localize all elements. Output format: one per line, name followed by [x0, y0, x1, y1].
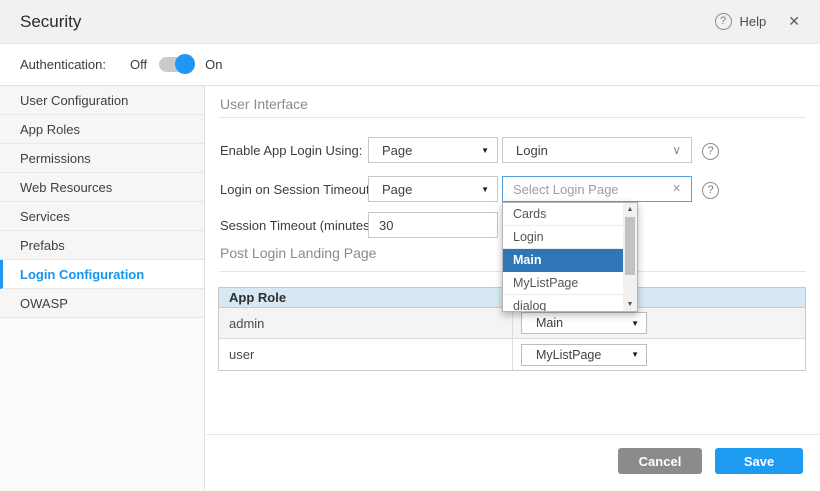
settings-sidebar: User Configuration App Roles Permissions… — [0, 86, 205, 491]
admin-landing-page-select[interactable]: Main ▼ — [521, 312, 647, 334]
dropdown-option-mylistpage[interactable]: MyListPage — [503, 272, 624, 295]
selected-value: Page — [382, 143, 412, 158]
post-login-section-title: Post Login Landing Page — [220, 245, 376, 261]
sidebar-item-prefabs[interactable]: Prefabs — [0, 231, 204, 260]
login-on-session-timeout-row: Login on Session Timeout: Page ▼ ✕ ? — [206, 176, 820, 202]
login-page-dropdown-list: Cards Login Main MyListPage dialog ▲ ▼ — [502, 202, 638, 312]
table-row: user MyListPage ▼ — [219, 339, 805, 370]
role-cell: admin — [219, 308, 513, 338]
dropdown-option-dialog[interactable]: dialog — [503, 295, 624, 312]
session-timeout-type-select[interactable]: Page ▼ — [368, 176, 498, 202]
dropdown-scrollbar[interactable]: ▲ ▼ — [623, 203, 637, 311]
toggle-knob — [175, 54, 195, 74]
dialog-header: Security ? Help ✕ — [0, 0, 820, 44]
landing-page-cell: Main ▼ — [513, 308, 805, 338]
enable-app-login-page-combobox[interactable]: Login ∨ — [502, 137, 692, 163]
toggle-on-label: On — [205, 57, 222, 72]
scrollbar-thumb[interactable] — [625, 217, 635, 275]
help-icon[interactable]: ? — [715, 13, 732, 30]
save-button[interactable]: Save — [715, 448, 803, 474]
footer-actions: Cancel Save — [618, 448, 803, 474]
scroll-down-icon[interactable]: ▼ — [623, 298, 637, 311]
authentication-label: Authentication: — [20, 57, 106, 72]
user-landing-page-select[interactable]: MyListPage ▼ — [521, 344, 647, 366]
chevron-down-icon: ∨ — [672, 143, 681, 157]
selected-value: Main — [536, 316, 563, 330]
dropdown-option-login[interactable]: Login — [503, 226, 624, 249]
sidebar-item-services[interactable]: Services — [0, 202, 204, 231]
role-cell: user — [219, 339, 513, 370]
field-help: ? — [702, 180, 719, 199]
dropdown-option-main[interactable]: Main — [503, 249, 624, 272]
dropdown-option-cards[interactable]: Cards — [503, 203, 624, 226]
user-interface-section-title: User Interface — [220, 96, 308, 112]
enable-app-login-label: Enable App Login Using: — [220, 137, 362, 163]
sidebar-item-login-configuration[interactable]: Login Configuration — [0, 260, 204, 289]
enable-app-login-type-select[interactable]: Page ▼ — [368, 137, 498, 163]
field-help: ? — [702, 141, 719, 160]
session-timeout-label: Session Timeout (minutes): — [220, 212, 378, 238]
select-caret-icon: ▼ — [631, 319, 639, 328]
help-icon[interactable]: ? — [702, 143, 719, 160]
landing-page-cell: MyListPage ▼ — [513, 339, 805, 370]
select-caret-icon: ▼ — [481, 185, 489, 194]
authentication-toggle[interactable] — [159, 57, 193, 72]
scroll-up-icon[interactable]: ▲ — [623, 203, 637, 216]
section-divider — [219, 117, 806, 118]
login-on-session-timeout-label: Login on Session Timeout: — [220, 176, 373, 202]
authentication-row: Authentication: Off On — [0, 44, 820, 86]
select-login-page-input[interactable] — [502, 176, 692, 202]
selected-value: MyListPage — [536, 348, 601, 362]
help-link[interactable]: Help — [740, 14, 767, 29]
selected-value: Login — [516, 143, 548, 158]
sidebar-item-web-resources[interactable]: Web Resources — [0, 173, 204, 202]
close-icon[interactable]: ✕ — [788, 13, 800, 30]
enable-app-login-row: Enable App Login Using: Page ▼ Login ∨ ? — [206, 137, 820, 163]
selected-value: Page — [382, 182, 412, 197]
clear-icon[interactable]: ✕ — [672, 182, 820, 195]
select-caret-icon: ▼ — [481, 146, 489, 155]
select-caret-icon: ▼ — [631, 350, 639, 359]
sidebar-item-user-configuration[interactable]: User Configuration — [0, 86, 204, 115]
cancel-button[interactable]: Cancel — [618, 448, 702, 474]
footer-divider — [206, 434, 820, 435]
sidebar-item-permissions[interactable]: Permissions — [0, 144, 204, 173]
help-icon[interactable]: ? — [702, 182, 719, 199]
session-timeout-input[interactable] — [368, 212, 498, 238]
toggle-off-label: Off — [130, 57, 147, 72]
table-row: admin Main ▼ — [219, 308, 805, 339]
page-title: Security — [20, 12, 81, 32]
sidebar-item-owasp[interactable]: OWASP — [0, 289, 204, 318]
security-dialog: Security ? Help ✕ Authentication: Off On… — [0, 0, 820, 491]
sidebar-item-app-roles[interactable]: App Roles — [0, 115, 204, 144]
